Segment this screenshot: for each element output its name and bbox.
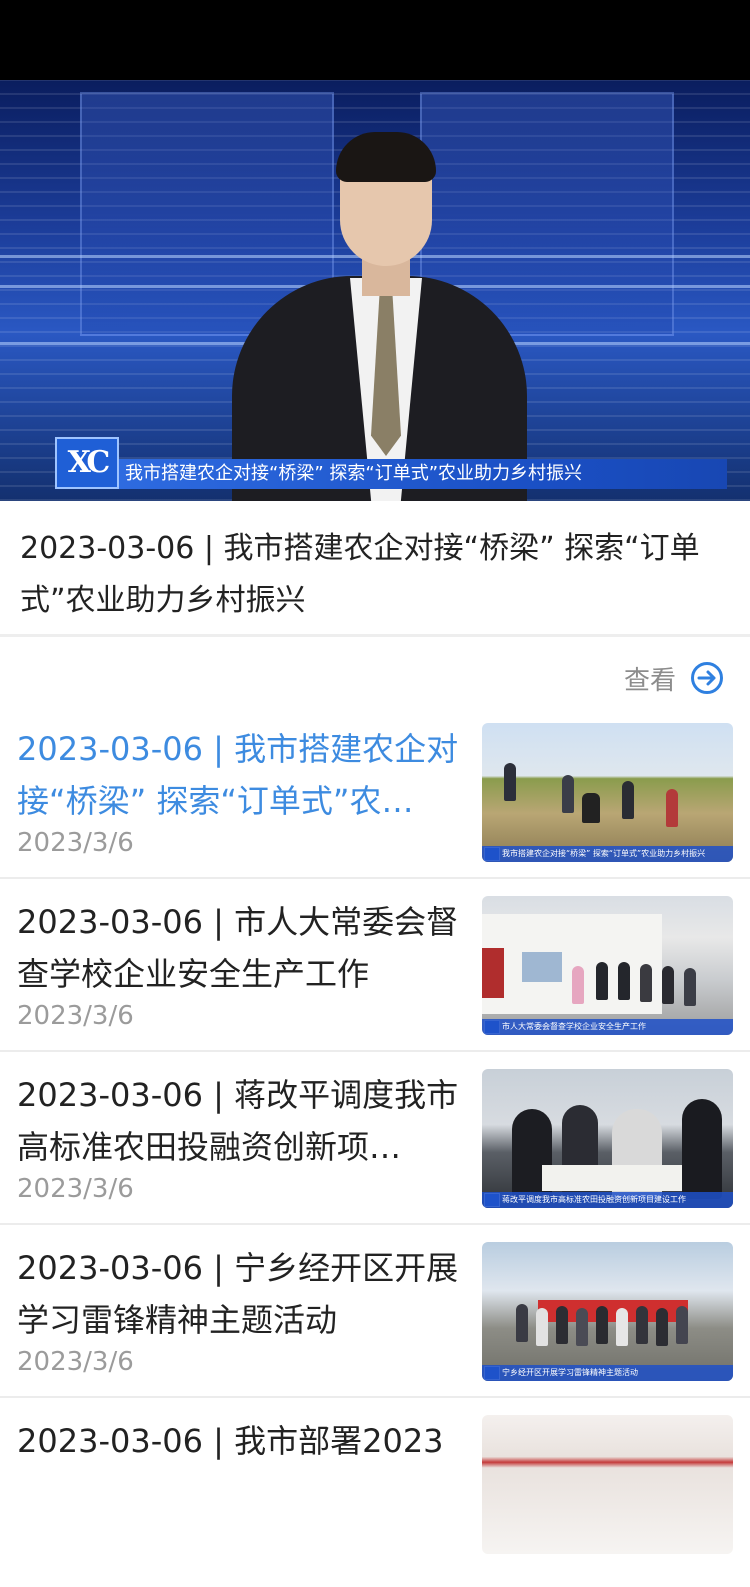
thumbnail-caption: 市人大常委会督查学校企业安全生产工作 [482,1019,733,1035]
video-caption-bar: XC 我市搭建农企对接“桥梁” 探索“订单式”农业助力乡村振兴 [55,437,727,489]
news-title[interactable]: 2023-03-06 | 我市部署2023 [17,1415,467,1467]
video-player[interactable]: XC 我市搭建农企对接“桥梁” 探索“订单式”农业助力乡村振兴 [0,80,750,501]
news-title[interactable]: 2023-03-06 | 蒋改平调度我市高标准农田投融资创新项… [17,1069,467,1173]
list-item[interactable]: 2023-03-06 | 蒋改平调度我市高标准农田投融资创新项… 2023/3/… [0,1069,750,1241]
arrow-right-circle-icon[interactable] [690,661,724,695]
news-title[interactable]: 2023-03-06 | 宁乡经开区开展学习雷锋精神主题活动 [17,1242,467,1346]
news-thumbnail[interactable]: 宁乡经开区开展学习雷锋精神主题活动 [482,1242,733,1381]
news-thumbnail[interactable] [482,1415,733,1554]
news-thumbnail[interactable]: 我市搭建农企对接“桥梁” 探索“订单式”农业助力乡村振兴 [482,723,733,862]
list-item[interactable]: 2023-03-06 | 市人大常委会督查学校企业安全生产工作 2023/3/6… [0,896,750,1068]
divider [0,634,750,637]
station-logo: XC [55,437,119,489]
list-item[interactable]: 2023-03-06 | 宁乡经开区开展学习雷锋精神主题活动 2023/3/6 … [0,1242,750,1414]
list-item[interactable]: 2023-03-06 | 我市搭建农企对接“桥梁” 探索“订单式”农… 2023… [0,723,750,895]
view-more-label: 查看 [623,665,676,696]
news-date: 2023/3/6 [17,1001,134,1031]
news-thumbnail[interactable]: 蒋改平调度我市高标准农田投融资创新项目建设工作 [482,1069,733,1208]
list-item[interactable]: 2023-03-06 | 我市部署2023 [0,1415,750,1587]
article-title: 2023-03-06 | 我市搭建农企对接“桥梁” 探索“订单式”农业助力乡村振… [20,531,700,618]
thumbnail-caption: 蒋改平调度我市高标准农田投融资创新项目建设工作 [482,1192,733,1208]
thumbnail-caption: 宁乡经开区开展学习雷锋精神主题活动 [482,1365,733,1381]
divider [0,1223,750,1225]
news-date: 2023/3/6 [17,1347,134,1377]
video-caption: 我市搭建农企对接“桥梁” 探索“订单式”农业助力乡村振兴 [125,463,583,484]
news-title[interactable]: 2023-03-06 | 我市搭建农企对接“桥梁” 探索“订单式”农… [17,723,467,827]
divider [0,1050,750,1052]
divider [0,877,750,879]
view-more-button[interactable]: 查看 [624,658,724,698]
news-date: 2023/3/6 [17,828,134,858]
news-date: 2023/3/6 [17,1174,134,1204]
thumbnail-caption: 我市搭建农企对接“桥梁” 探索“订单式”农业助力乡村振兴 [482,846,733,862]
news-title[interactable]: 2023-03-06 | 市人大常委会督查学校企业安全生产工作 [17,896,467,1000]
news-thumbnail[interactable]: 市人大常委会督查学校企业安全生产工作 [482,896,733,1035]
status-bar [0,0,750,80]
divider [0,1396,750,1398]
